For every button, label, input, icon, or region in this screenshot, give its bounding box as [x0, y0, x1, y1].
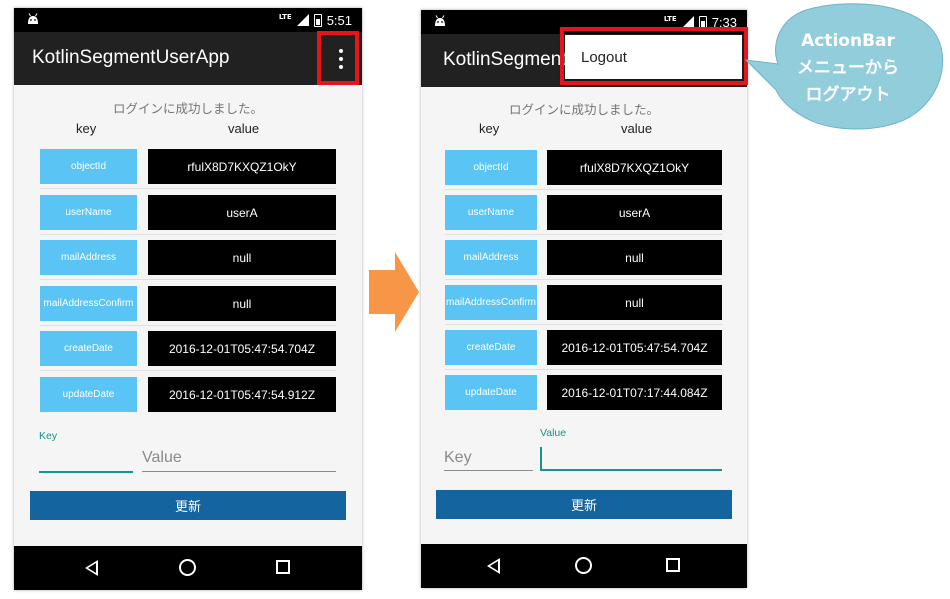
callout-text: ActionBar メニューから ログアウト	[773, 28, 923, 109]
key-column-header: key	[76, 121, 97, 136]
key-button-updatedate[interactable]: updateDate	[40, 377, 137, 412]
left-phone-screen: LTE 5:51 KotlinSegmentUserApp ログインに成功しまし…	[14, 8, 362, 590]
menu-highlight-box	[560, 27, 748, 85]
key-button-mailaddress[interactable]: mailAddress	[40, 240, 137, 275]
value-updatedate: 2016-12-01T07:17:44.084Z	[547, 375, 722, 410]
right-phone-screen: LTE 7:33 KotlinSegment ログインに成功しました。 key …	[421, 10, 747, 588]
action-bar: KotlinSegmentUserApp	[14, 32, 362, 85]
value-input[interactable]	[142, 471, 336, 472]
update-button[interactable]: 更新	[30, 491, 346, 520]
value-updatedate: 2016-12-01T05:47:54.912Z	[148, 377, 336, 412]
update-button[interactable]: 更新	[436, 490, 732, 519]
login-success-message: ログインに成功しました。	[508, 102, 659, 117]
value-mailaddressconfirm: null	[148, 286, 336, 321]
app-title: KotlinSegmentUserApp	[32, 47, 230, 68]
value-mailaddressconfirm: null	[547, 285, 722, 320]
value-username: userA	[547, 195, 722, 230]
key-button-username[interactable]: userName	[445, 195, 537, 230]
key-input-floating-label: Key	[39, 430, 58, 442]
home-icon[interactable]	[575, 557, 592, 574]
back-icon[interactable]	[85, 560, 98, 576]
value-column-header: value	[621, 121, 653, 136]
key-button-mailaddressconfirm[interactable]: mailAddressConfirm	[40, 286, 137, 321]
key-input-placeholder: Key	[444, 449, 472, 466]
value-column-header: value	[228, 121, 260, 136]
key-button-username[interactable]: userName	[40, 195, 137, 230]
value-input[interactable]	[540, 469, 722, 471]
row-divider	[40, 234, 336, 235]
text-cursor	[540, 447, 542, 469]
key-button-objectid[interactable]: objectId	[445, 150, 537, 185]
right-arrow-icon	[369, 252, 419, 332]
app-title: KotlinSegment	[443, 49, 567, 70]
battery-icon	[313, 13, 322, 27]
signal-icon	[296, 14, 309, 26]
value-createdate: 2016-12-01T05:47:54.704Z	[148, 331, 336, 366]
login-success-message: ログインに成功しました。	[112, 101, 263, 116]
row-divider	[40, 279, 336, 280]
recents-icon[interactable]	[666, 558, 680, 572]
value-input-placeholder: Value	[142, 449, 182, 466]
status-time: 5:51	[326, 12, 352, 28]
row-divider	[40, 370, 336, 371]
navigation-bar	[14, 546, 362, 590]
key-button-createdate[interactable]: createDate	[445, 330, 537, 365]
back-icon[interactable]	[487, 558, 500, 574]
android-icon	[435, 15, 445, 26]
key-button-updatedate[interactable]: updateDate	[445, 375, 537, 410]
key-input[interactable]	[39, 471, 133, 473]
value-createdate: 2016-12-01T05:47:54.704Z	[547, 330, 722, 365]
home-icon[interactable]	[179, 559, 196, 576]
main-content: ログインに成功しました。 key value objectId rfulX8D7…	[14, 85, 362, 546]
callout-line-3: ログアウト	[805, 85, 891, 105]
key-button-mailaddress[interactable]: mailAddress	[445, 240, 537, 275]
navigation-bar	[421, 544, 747, 588]
key-column-header: key	[479, 121, 500, 136]
row-divider	[445, 279, 722, 280]
android-icon	[28, 13, 38, 24]
row-divider	[445, 369, 722, 370]
value-mailaddress: null	[148, 240, 336, 275]
recents-icon[interactable]	[276, 560, 290, 574]
key-button-createdate[interactable]: createDate	[40, 331, 137, 366]
row-divider	[445, 234, 722, 235]
screenshot-comparison: LTE 5:51 KotlinSegmentUserApp ログインに成功しまし…	[0, 0, 950, 599]
value-objectid: rfulX8D7KXQZ1OkY	[547, 150, 722, 185]
status-bar: LTE 5:51	[14, 8, 362, 32]
row-divider	[40, 325, 336, 326]
row-divider	[40, 188, 336, 189]
value-objectid: rfulX8D7KXQZ1OkY	[148, 149, 336, 184]
overflow-highlight-box	[317, 31, 359, 85]
key-button-objectid[interactable]: objectId	[40, 149, 137, 184]
lte-label: LTE	[663, 15, 677, 23]
callout-line-2: メニューから	[797, 58, 899, 78]
value-username: userA	[148, 195, 336, 230]
callout-line-1: ActionBar	[801, 31, 895, 51]
row-divider	[445, 324, 722, 325]
key-button-mailaddressconfirm[interactable]: mailAddressConfirm	[445, 285, 537, 320]
key-input[interactable]	[444, 470, 533, 471]
value-mailaddress: null	[547, 240, 722, 275]
lte-label: LTE	[278, 13, 292, 21]
row-divider	[445, 189, 722, 190]
main-content: ログインに成功しました。 key value objectId rfulX8D7…	[421, 87, 747, 544]
value-input-floating-label: Value	[540, 427, 567, 439]
